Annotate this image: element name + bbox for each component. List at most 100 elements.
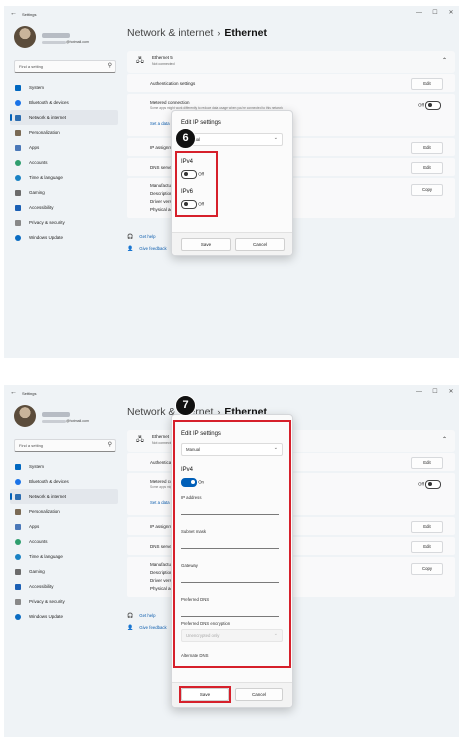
ethernet-icon: 🖧 — [136, 436, 144, 443]
sidebar-item-privacy[interactable]: Privacy & security — [10, 215, 118, 230]
avatar[interactable] — [14, 26, 36, 48]
metered-toggle[interactable]: Off — [418, 101, 441, 110]
brush-icon — [15, 129, 21, 136]
ip-edit-button[interactable]: Edit — [411, 521, 443, 533]
sidebar-item-personalization[interactable]: Personalization — [10, 125, 118, 140]
account-name-redacted — [42, 33, 70, 38]
maximize-button[interactable]: ☐ — [427, 385, 443, 399]
sidebar-item-label: Accounts — [29, 539, 48, 544]
give-feedback-label: Give feedback — [139, 246, 167, 251]
ethernet-card-header[interactable]: 🖧 Ethernet 5 Not connected ⌃ — [127, 51, 455, 73]
step-badge: 7 — [175, 395, 196, 416]
sidebar-item-label: Network & internet — [29, 115, 67, 120]
sidebar-item-personalization[interactable]: Personalization — [10, 504, 118, 519]
search-placeholder: Find a setting — [19, 443, 44, 448]
metered-toggle[interactable]: Off — [418, 480, 441, 489]
copy-button[interactable]: Copy — [411, 563, 443, 575]
account-name-redacted — [42, 412, 70, 417]
highlight-save-button — [179, 686, 231, 703]
copy-button[interactable]: Copy — [411, 184, 443, 196]
sidebar-item-system[interactable]: System — [10, 80, 118, 95]
page-title: Ethernet — [224, 27, 267, 39]
save-button[interactable]: Save — [181, 238, 231, 251]
dialog-footer: Save Cancel — [172, 682, 292, 707]
update-icon — [15, 234, 21, 241]
chevron-up-icon[interactable]: ⌃ — [442, 57, 447, 64]
get-help-label: Get help — [139, 234, 156, 239]
sidebar-item-network[interactable]: Network & internet — [10, 489, 118, 504]
auth-edit-button[interactable]: Edit — [411, 78, 443, 90]
minimize-button[interactable]: — — [411, 6, 427, 20]
screenshot-step-7: ← Settings — ☐ ✕ @hotmail.com Find a set… — [4, 385, 459, 737]
search-input[interactable]: Find a setting ⚲ — [14, 60, 116, 73]
sidebar-item-apps[interactable]: Apps — [10, 519, 118, 534]
ethernet-name: Ethernet 5 — [152, 55, 173, 60]
dns-edit-button[interactable]: Edit — [411, 162, 443, 174]
apps-icon — [15, 523, 21, 530]
search-icon[interactable]: ⚲ — [108, 441, 112, 448]
breadcrumb: Network & internet › Ethernet — [127, 27, 267, 39]
sidebar-item-accessibility[interactable]: Accessibility — [10, 200, 118, 215]
sidebar-item-label: Bluetooth & devices — [29, 100, 69, 105]
sidebar-item-gaming[interactable]: Gaming — [10, 185, 118, 200]
maximize-button[interactable]: ☐ — [427, 6, 443, 20]
sidebar-item-time-language[interactable]: Time & language — [10, 170, 118, 185]
give-feedback-link[interactable]: 👤 Give feedback — [127, 625, 167, 631]
sidebar-item-label: Time & language — [29, 554, 63, 559]
help-icon: 🎧 — [127, 234, 134, 240]
arrow-left-icon[interactable]: ← — [10, 389, 17, 396]
window-controls: — ☐ ✕ — [411, 385, 459, 399]
chevron-up-icon[interactable]: ⌃ — [442, 436, 447, 443]
step-badge: 6 — [175, 128, 196, 149]
close-button[interactable]: ✕ — [443, 6, 459, 20]
apps-icon — [15, 144, 21, 151]
get-help-link[interactable]: 🎧 Get help — [127, 234, 155, 240]
arrow-left-icon[interactable]: ← — [10, 10, 17, 17]
sidebar-item-label: Privacy & security — [29, 599, 65, 604]
search-placeholder: Find a setting — [19, 64, 44, 69]
search-icon[interactable]: ⚲ — [108, 62, 112, 69]
give-feedback-label: Give feedback — [139, 625, 167, 630]
sidebar-item-accessibility[interactable]: Accessibility — [10, 579, 118, 594]
dns-edit-button[interactable]: Edit — [411, 541, 443, 553]
sidebar-item-network[interactable]: Network & internet — [10, 110, 118, 125]
person-icon — [15, 159, 21, 166]
chevron-down-icon: ⌄ — [273, 135, 278, 141]
screenshot-step-6: ← Settings — ☐ ✕ @hotmail.com Find a set… — [4, 6, 459, 358]
search-input[interactable]: Find a setting ⚲ — [14, 439, 116, 452]
cancel-button[interactable]: Cancel — [235, 688, 283, 701]
sidebar-item-privacy[interactable]: Privacy & security — [10, 594, 118, 609]
metered-label: Metered connection — [150, 100, 190, 105]
update-icon — [15, 613, 21, 620]
breadcrumb-parent[interactable]: Network & internet — [127, 27, 213, 39]
sidebar-item-gaming[interactable]: Gaming — [10, 564, 118, 579]
sidebar-item-windows-update[interactable]: Windows Update — [10, 230, 118, 245]
give-feedback-link[interactable]: 👤 Give feedback — [127, 246, 167, 252]
sidebar-item-bluetooth[interactable]: Bluetooth & devices — [10, 95, 118, 110]
sidebar-item-bluetooth[interactable]: Bluetooth & devices — [10, 474, 118, 489]
metered-state: Off — [418, 102, 424, 108]
shield-icon — [15, 219, 21, 226]
person-icon — [15, 538, 21, 545]
close-button[interactable]: ✕ — [443, 385, 459, 399]
toggle-switch[interactable] — [425, 480, 441, 489]
ip-mode-dropdown[interactable]: Manual ⌄ — [181, 133, 283, 146]
toggle-switch[interactable] — [425, 101, 441, 110]
account-line-redacted — [42, 420, 66, 423]
auth-edit-button[interactable]: Edit — [411, 457, 443, 469]
avatar[interactable] — [14, 405, 36, 427]
sidebar-item-apps[interactable]: Apps — [10, 140, 118, 155]
cancel-button[interactable]: Cancel — [235, 238, 285, 251]
ip-edit-button[interactable]: Edit — [411, 142, 443, 154]
sidebar-item-windows-update[interactable]: Windows Update — [10, 609, 118, 624]
get-help-link[interactable]: 🎧 Get help — [127, 613, 155, 619]
sidebar-item-time-language[interactable]: Time & language — [10, 549, 118, 564]
sidebar-item-accounts[interactable]: Accounts — [10, 534, 118, 549]
get-help-label: Get help — [139, 613, 156, 618]
sidebar-item-system[interactable]: System — [10, 459, 118, 474]
chevron-right-icon: › — [217, 28, 221, 38]
sidebar-item-label: Gaming — [29, 569, 45, 574]
sidebar-item-accounts[interactable]: Accounts — [10, 155, 118, 170]
auth-settings-row: Authentication settings Edit — [127, 74, 455, 92]
minimize-button[interactable]: — — [411, 385, 427, 399]
